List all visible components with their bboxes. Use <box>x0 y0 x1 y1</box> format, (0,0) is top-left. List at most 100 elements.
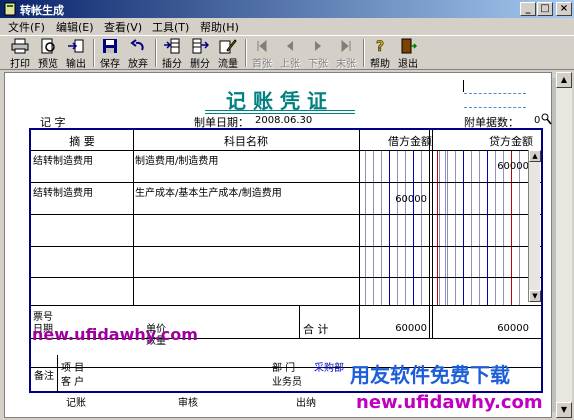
cashflow-button[interactable]: 流量 <box>216 37 240 70</box>
staff-label: 业务员 <box>272 377 302 388</box>
attachment-count[interactable]: 0 <box>534 115 540 126</box>
header-debit: 借方金额 <box>388 135 432 148</box>
project-label: 项 目 <box>61 363 85 374</box>
digit-line <box>413 150 414 305</box>
save-label: 保存 <box>100 59 120 70</box>
save-button[interactable]: 保存 <box>98 37 122 70</box>
menu-bar: 文件(F) 编辑(E) 查看(V) 工具(T) 帮助(H) <box>0 18 574 35</box>
grid-scroll-down-icon[interactable]: ▼ <box>529 290 541 302</box>
exit-button[interactable]: 退出 <box>396 37 420 70</box>
menu-help[interactable]: 帮助(H) <box>200 19 239 35</box>
digit-line <box>397 150 398 305</box>
export-button[interactable]: 输出 <box>64 37 88 70</box>
next-icon <box>315 41 321 51</box>
next-button[interactable]: 下张 <box>306 37 330 70</box>
search-icon[interactable] <box>541 113 552 125</box>
digit-line <box>381 150 382 305</box>
menu-tools[interactable]: 工具(T) <box>152 19 189 35</box>
signer-reviewer: 审核 <box>178 398 198 409</box>
export-icon <box>68 39 84 53</box>
print-button[interactable]: 打印 <box>8 37 32 70</box>
insert-row-icon <box>164 38 180 54</box>
help-button[interactable]: ? 帮助 <box>368 37 392 70</box>
app-icon <box>4 2 16 16</box>
digit-line <box>455 150 456 305</box>
insert-row-label: 插分 <box>162 59 182 70</box>
voucher-grid: 摘 要 科目名称 借方金额 贷方金额 结转制造费用 制造费用/制造费用 6000… <box>29 128 543 393</box>
watermark-url-2: new.ufidawhy.com <box>356 392 543 413</box>
prev-button[interactable]: 上张 <box>278 37 302 70</box>
row1-subject[interactable]: 制造费用/制造费用 <box>135 152 218 167</box>
cashflow-label: 流量 <box>218 59 238 70</box>
total-label: 合 计 <box>303 323 329 336</box>
prev-icon <box>287 41 293 51</box>
digit-line <box>373 150 374 305</box>
help-label: 帮助 <box>370 59 390 70</box>
window-title: 转帐生成 <box>20 4 64 17</box>
undo-icon <box>130 39 144 51</box>
voucher-no-field-2[interactable] <box>464 107 526 108</box>
menu-file[interactable]: 文件(F) <box>8 19 45 35</box>
exit-door-icon <box>401 38 417 54</box>
digit-line <box>487 150 488 305</box>
scroll-up-icon[interactable]: ▲ <box>556 72 572 88</box>
voucher-no-field[interactable] <box>464 93 526 94</box>
first-label: 首张 <box>252 59 272 70</box>
signer-cashier: 出纳 <box>296 398 316 409</box>
digit-line <box>519 150 520 305</box>
last-label: 末张 <box>336 59 356 70</box>
print-label: 打印 <box>10 59 30 70</box>
vertical-scrollbar[interactable]: ▲ ▼ <box>556 72 572 418</box>
row2-summary[interactable]: 结转制造费用 <box>33 184 93 199</box>
dept-value[interactable]: 采购部 <box>314 359 344 374</box>
toolbar: 打印 预览 输出 保存 放弃 插分 删分 流量 首张 上张 下张 末张 ? 帮助 … <box>0 35 574 70</box>
cursor <box>463 80 464 92</box>
save-icon <box>103 39 117 53</box>
total-credit: 60000 <box>497 323 529 334</box>
digit-line <box>503 150 504 305</box>
digit-line <box>421 150 422 305</box>
scroll-down-icon[interactable]: ▼ <box>556 402 572 418</box>
last-button[interactable]: 末张 <box>334 37 358 70</box>
insert-row-button[interactable]: 插分 <box>160 37 184 70</box>
watermark-slogan: 用友软件免费下载 <box>350 363 510 387</box>
header-subject: 科目名称 <box>224 135 268 148</box>
svg-text:?: ? <box>376 39 384 54</box>
export-label: 输出 <box>66 59 86 70</box>
maximize-button[interactable]: □ <box>537 2 553 16</box>
title-underline <box>205 110 355 111</box>
row1-summary[interactable]: 结转制造费用 <box>33 152 93 167</box>
digit-line <box>463 150 464 305</box>
first-button[interactable]: 首张 <box>250 37 274 70</box>
watermark-url: new.ufidawhy.com <box>32 325 198 344</box>
row2-subject[interactable]: 生产成本/基本生产成本/制造费用 <box>135 184 282 199</box>
digit-line <box>389 150 390 305</box>
preview-button[interactable]: 预览 <box>36 37 60 70</box>
dept-label: 部 门 <box>272 363 296 374</box>
row1-credit[interactable]: 60000 <box>441 161 529 172</box>
close-button[interactable]: × <box>556 2 572 16</box>
delete-row-icon <box>192 38 209 54</box>
exit-label: 退出 <box>398 59 418 70</box>
prev-label: 上张 <box>280 59 300 70</box>
delete-row-button[interactable]: 删分 <box>188 37 212 70</box>
discard-label: 放弃 <box>128 59 148 70</box>
grid-scroll-up-icon[interactable]: ▲ <box>529 150 541 162</box>
menu-view[interactable]: 查看(V) <box>104 19 142 35</box>
delete-row-label: 删分 <box>190 59 210 70</box>
credit-digit-lines <box>433 150 525 305</box>
menu-edit[interactable]: 编辑(E) <box>56 19 94 35</box>
grid-scrollbar[interactable]: ▲ ▼ <box>528 150 541 302</box>
date-value[interactable]: 2008.06.30 <box>255 115 312 126</box>
total-debit: 60000 <box>395 323 427 334</box>
minimize-button[interactable]: _ <box>520 2 536 16</box>
pencil-icon <box>219 39 237 54</box>
header-summary: 摘 要 <box>69 135 95 148</box>
signer-bookkeeper: 记账 <box>66 398 86 409</box>
header-credit: 贷方金额 <box>489 135 533 148</box>
printer-icon <box>11 38 29 54</box>
digit-line <box>471 150 472 305</box>
digit-line <box>495 150 496 305</box>
discard-button[interactable]: 放弃 <box>126 37 150 70</box>
row2-debit[interactable]: 60000 <box>331 194 427 205</box>
